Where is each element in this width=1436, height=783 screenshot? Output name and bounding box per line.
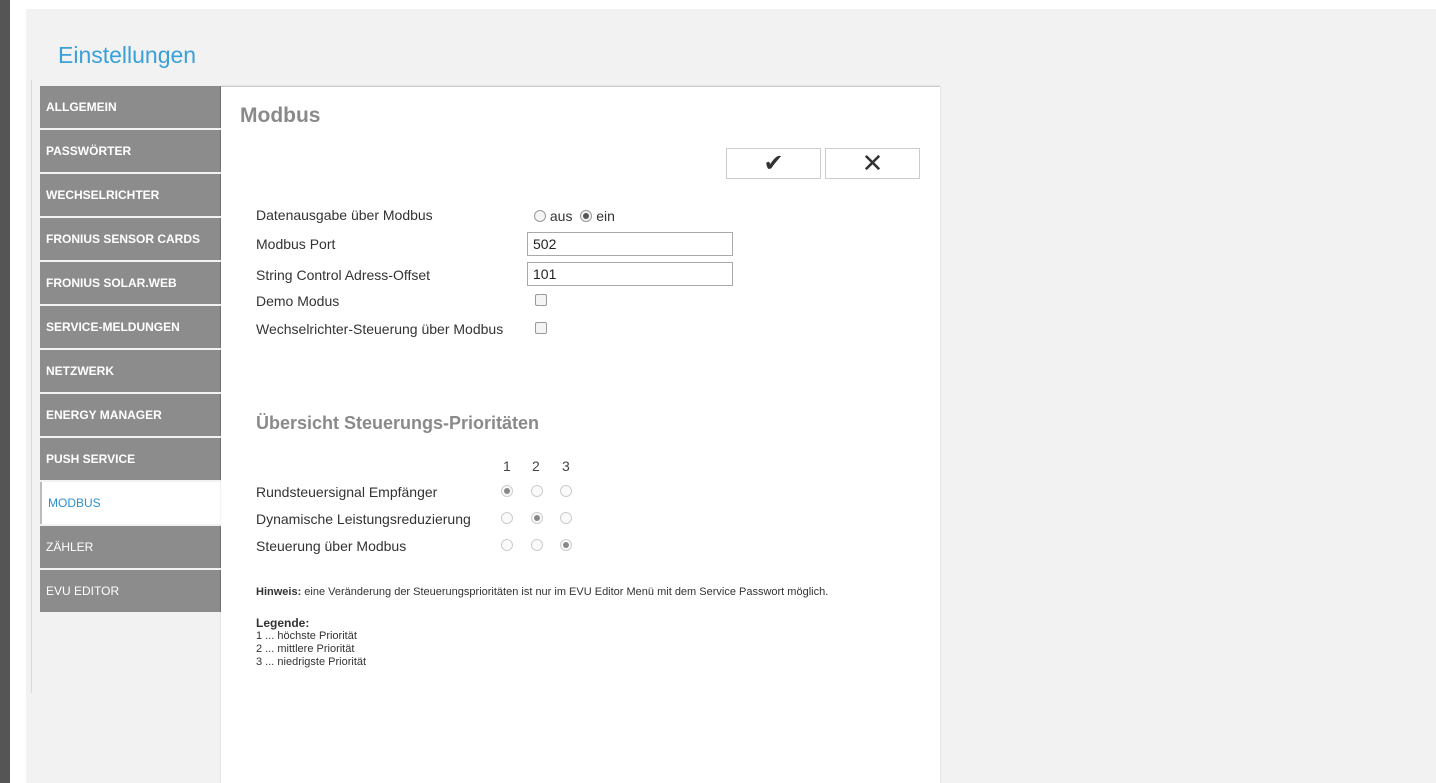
legend-item: 3 ... niedrigste Priorität: [256, 656, 367, 668]
prio-dynamisch-1-radio[interactable]: [501, 512, 513, 524]
priority-column-1: 1: [503, 458, 511, 474]
menu-item-energy-manager[interactable]: ENERGY MANAGER: [40, 394, 221, 436]
prio-dynamisch-3-radio[interactable]: [560, 512, 572, 524]
menu-item-fronius-solar-web[interactable]: FRONIUS SOLAR.WEB: [40, 262, 221, 304]
offset-label: String Control Adress-Offset: [256, 267, 431, 283]
menu-item-passwoerter[interactable]: PASSWÖRTER: [40, 130, 221, 172]
menu-item-service-meldungen[interactable]: SERVICE-MELDUNGEN: [40, 306, 221, 348]
priority-column-3: 3: [562, 458, 570, 474]
window-left-edge: [0, 0, 10, 783]
datenausgabe-aus-radio[interactable]: [534, 210, 546, 222]
page-left-margin: [10, 9, 26, 783]
divider-line: [31, 80, 32, 693]
wr-steuerung-checkbox[interactable]: [535, 322, 547, 334]
datenausgabe-label: Datenausgabe über Modbus: [256, 207, 433, 223]
prio-row-rundsteuersignal: Rundsteuersignal Empfänger: [256, 484, 438, 500]
modbus-port-input[interactable]: [527, 232, 733, 256]
save-button[interactable]: ✔: [726, 148, 821, 179]
hint-label: Hinweis:: [256, 586, 302, 598]
prio-dynamisch-2-radio[interactable]: [531, 512, 543, 524]
menu-item-evu-editor[interactable]: EVU EDITOR: [40, 570, 221, 612]
menu-item-allgemein[interactable]: ALLGEMEIN: [40, 86, 221, 128]
close-icon: ✕: [861, 148, 884, 178]
priority-column-2: 2: [532, 458, 540, 474]
offset-input[interactable]: [527, 262, 733, 286]
cancel-button[interactable]: ✕: [825, 148, 920, 179]
prio-row-modbus: Steuerung über Modbus: [256, 538, 407, 554]
demo-modus-checkbox[interactable]: [535, 294, 547, 306]
wr-steuerung-label: Wechselrichter-Steuerung über Modbus: [256, 321, 504, 337]
legend-title: Legende:: [256, 616, 310, 630]
prio-rundsteuer-3-radio[interactable]: [560, 485, 572, 497]
modbus-panel: Modbus ✔ ✕ Datenausgabe über Modbus aus …: [221, 86, 940, 783]
datenausgabe-ein-radio[interactable]: [580, 210, 593, 222]
menu-item-netzwerk[interactable]: NETZWERK: [40, 350, 221, 392]
prio-modbus-1-radio[interactable]: [501, 539, 513, 551]
hint-text: Hinweis: eine Veränderung der Steuerungs…: [256, 586, 828, 598]
settings-menu: ALLGEMEIN PASSWÖRTER WECHSELRICHTER FRON…: [40, 86, 221, 614]
legend-item: 2 ... mittlere Priorität: [256, 643, 355, 655]
checkmark-icon: ✔: [763, 150, 784, 177]
priorities-title: Übersicht Steuerungs-Prioritäten: [256, 413, 540, 433]
datenausgabe-ein-label: ein: [596, 208, 615, 224]
prio-modbus-2-radio[interactable]: [531, 539, 543, 551]
window-top-edge: [10, 0, 1436, 9]
menu-item-wechselrichter[interactable]: WECHSELRICHTER: [40, 174, 221, 216]
datenausgabe-aus-label: aus: [549, 208, 573, 224]
prio-rundsteuer-1-radio[interactable]: [501, 485, 513, 497]
legend-item: 1 ... höchste Priorität: [256, 630, 357, 642]
demo-modus-label: Demo Modus: [256, 293, 340, 309]
modbus-port-label: Modbus Port: [256, 236, 336, 252]
menu-item-modbus[interactable]: MODBUS: [40, 482, 221, 524]
legend: Legende: 1 ... höchste Priorität 2 ... m…: [256, 617, 366, 669]
hint-body: eine Veränderung der Steuerungspriorität…: [301, 586, 829, 598]
prio-rundsteuer-2-radio[interactable]: [531, 485, 543, 497]
datenausgabe-radio-group: aus ein: [534, 208, 615, 224]
menu-item-push-service[interactable]: PUSH SERVICE: [40, 438, 221, 480]
prio-row-dynamische: Dynamische Leistungsreduzierung: [256, 511, 471, 527]
menu-item-zaehler[interactable]: ZÄHLER: [40, 526, 221, 568]
panel-title: Modbus: [240, 104, 321, 127]
page-title: Einstellungen: [58, 42, 197, 68]
prio-modbus-3-radio[interactable]: [560, 539, 572, 551]
menu-item-fronius-sensor-cards[interactable]: FRONIUS SENSOR CARDS: [40, 218, 221, 260]
